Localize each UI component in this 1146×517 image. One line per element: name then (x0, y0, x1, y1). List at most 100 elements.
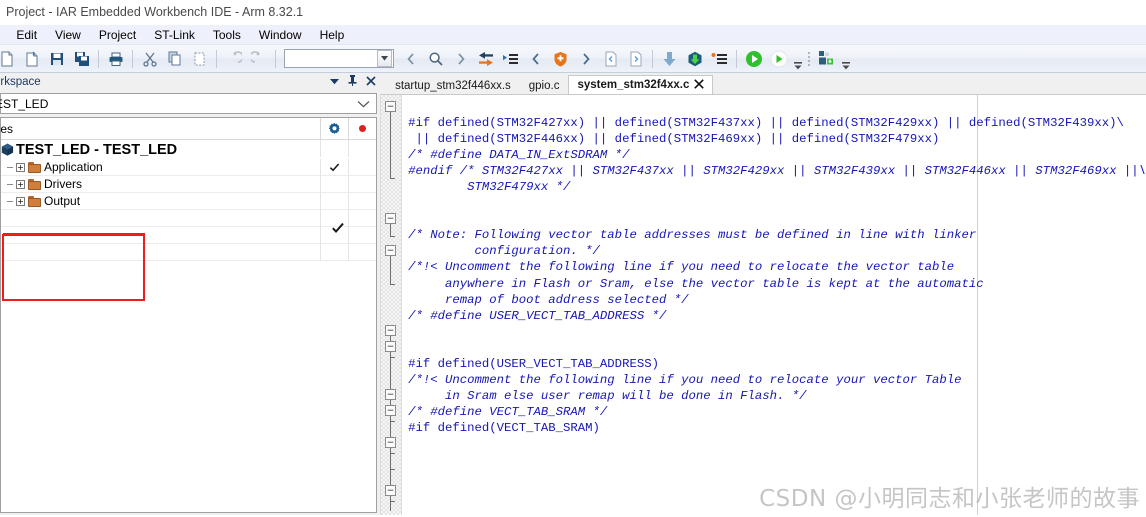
menu-stlink[interactable]: ST-Link (145, 25, 204, 45)
find-combo-box[interactable] (284, 49, 394, 68)
project-cube-icon (1, 143, 14, 156)
tab-startup-stm32f446xx-s[interactable]: startup_stm32f446xx.s (386, 75, 520, 95)
project-node[interactable]: TEST_LED - TEST_LED (1, 142, 177, 158)
new-document-icon[interactable] (0, 47, 19, 71)
pin-icon[interactable] (348, 75, 357, 89)
tree-root-gear-cell[interactable] (320, 140, 348, 157)
tree-item-drivers[interactable]: + Drivers (1, 177, 82, 191)
find-next-icon[interactable] (448, 47, 473, 71)
root-status-check-icon (331, 221, 345, 235)
workspace-config-dropdown[interactable]: EST_LED (0, 93, 378, 114)
code-view[interactable]: − − − − − − − − − #if defined(STM32F427x… (380, 95, 1146, 515)
previous-file-icon[interactable] (598, 47, 623, 71)
fold-widget[interactable]: − (385, 437, 397, 448)
download-icon[interactable] (657, 47, 682, 71)
tree-row-application[interactable]: + Application (1, 159, 377, 176)
undo-icon (221, 47, 246, 71)
tree-line (7, 200, 13, 202)
code-fold-margin[interactable]: − − − − − − − − − (380, 95, 403, 515)
menu-window[interactable]: Window (250, 25, 311, 45)
start-debug-icon[interactable] (741, 47, 766, 71)
code-text[interactable]: #if defined(STM32F427xx) || defined(STM3… (402, 95, 1146, 436)
download-and-debug-icon[interactable] (682, 47, 707, 71)
menu-tools[interactable]: Tools (204, 25, 250, 45)
fold-widget[interactable]: − (385, 213, 397, 224)
expander-icon[interactable]: + (16, 162, 25, 172)
dropdown-caret-icon[interactable] (330, 76, 340, 88)
fold-widget[interactable]: − (385, 101, 397, 112)
close-icon[interactable] (694, 79, 705, 91)
toolbar-gripper[interactable] (806, 48, 812, 70)
print-icon[interactable] (103, 47, 128, 71)
fold-widget[interactable]: − (385, 325, 397, 336)
menu-help[interactable]: Help (311, 25, 354, 45)
toolbar-overflow-button[interactable] (791, 47, 804, 71)
iar-ide-window: Project - IAR Embedded Workbench IDE - A… (0, 0, 1146, 517)
find-previous-icon[interactable] (398, 47, 423, 71)
tree-item-label: Drivers (44, 177, 82, 191)
define-block[interactable]: #define VECT_TAB_BASE_ADDRESS SRAM_BASE … (408, 499, 511, 515)
tree-item-output[interactable]: + Output (1, 194, 80, 208)
paste-icon[interactable] (187, 47, 212, 71)
fold-widget[interactable]: − (385, 389, 397, 400)
next-bookmark-icon[interactable] (573, 47, 598, 71)
close-icon[interactable] (366, 75, 376, 89)
gear-cell[interactable] (320, 193, 348, 210)
workspace-panel-title: orkspace (0, 76, 41, 88)
gear-cell[interactable] (320, 159, 348, 176)
navigate-backward-icon[interactable] (473, 47, 498, 71)
fold-widget[interactable]: − (385, 485, 397, 496)
toolbar-overflow-button-2[interactable] (839, 47, 852, 71)
chevron-down-icon[interactable] (377, 50, 392, 67)
code-line: /*!< Uncomment the following line if you… (408, 260, 955, 275)
code-line: anywhere in Flash or Sram, else the vect… (408, 276, 984, 291)
menu-view[interactable]: View (46, 25, 90, 45)
menu-file[interactable]: le (0, 25, 7, 45)
tree-row-drivers[interactable]: + Drivers (1, 176, 377, 193)
empty-cell (348, 210, 376, 227)
tree-root-status-cell[interactable] (348, 140, 376, 157)
run-icon[interactable] (766, 47, 791, 71)
gear-cell[interactable] (320, 176, 348, 193)
status-cell[interactable] (348, 159, 376, 176)
expander-icon[interactable]: + (16, 179, 25, 189)
empty-cell (348, 227, 376, 244)
fold-widget[interactable]: − (385, 245, 397, 256)
tree-root-row[interactable]: TEST_LED - TEST_LED (1, 140, 376, 159)
new-workspace-icon[interactable] (19, 47, 44, 71)
debug-without-download-icon[interactable] (707, 47, 732, 71)
menu-edit[interactable]: Edit (7, 25, 46, 45)
column-header-files[interactable]: iles (1, 118, 320, 139)
tree-item-application[interactable]: + Application (1, 160, 103, 174)
chevron-down-icon[interactable] (357, 97, 370, 111)
bookmark-toggle-icon[interactable] (548, 47, 573, 71)
column-header-dot[interactable] (348, 118, 376, 139)
save-icon[interactable] (44, 47, 69, 71)
tree-row-output[interactable]: + Output (1, 193, 377, 210)
cut-icon[interactable] (137, 47, 162, 71)
go-to-icon[interactable] (498, 47, 523, 71)
tab-gpio-c[interactable]: gpio.c (519, 75, 569, 95)
empty-cell (348, 244, 376, 261)
next-file-icon[interactable] (623, 47, 648, 71)
fold-widget[interactable]: − (385, 341, 397, 352)
code-line: in Sram else user remap will be done in … (408, 388, 807, 403)
code-line: #if defined(VECT_TAB_SRAM) (408, 420, 600, 435)
status-cell[interactable] (348, 176, 376, 193)
save-all-icon[interactable] (69, 47, 94, 71)
csdn-watermark: CSDN @小明同志和小张老师的故事 (759, 486, 1140, 512)
tab-system-stm32f4xx-c[interactable]: system_stm32f4xx.c (568, 75, 714, 95)
code-scroll-area[interactable]: #if defined(STM32F427xx) || defined(STM3… (402, 95, 1146, 515)
previous-bookmark-icon[interactable] (523, 47, 548, 71)
fold-widget[interactable]: − (385, 405, 397, 416)
stlink-config-icon[interactable] (814, 47, 839, 71)
status-cell[interactable] (348, 193, 376, 210)
copy-icon[interactable] (162, 47, 187, 71)
code-line: /* #define DATA_IN_ExtSDRAM */ (408, 148, 630, 163)
column-header-gear[interactable] (320, 118, 348, 139)
menu-project[interactable]: Project (90, 25, 145, 45)
code-editor-panel: startup_stm32f446xx.s gpio.c system_stm3… (380, 73, 1146, 515)
expander-icon[interactable]: + (16, 196, 25, 206)
find-icon[interactable] (423, 47, 448, 71)
tree-line (7, 183, 13, 185)
